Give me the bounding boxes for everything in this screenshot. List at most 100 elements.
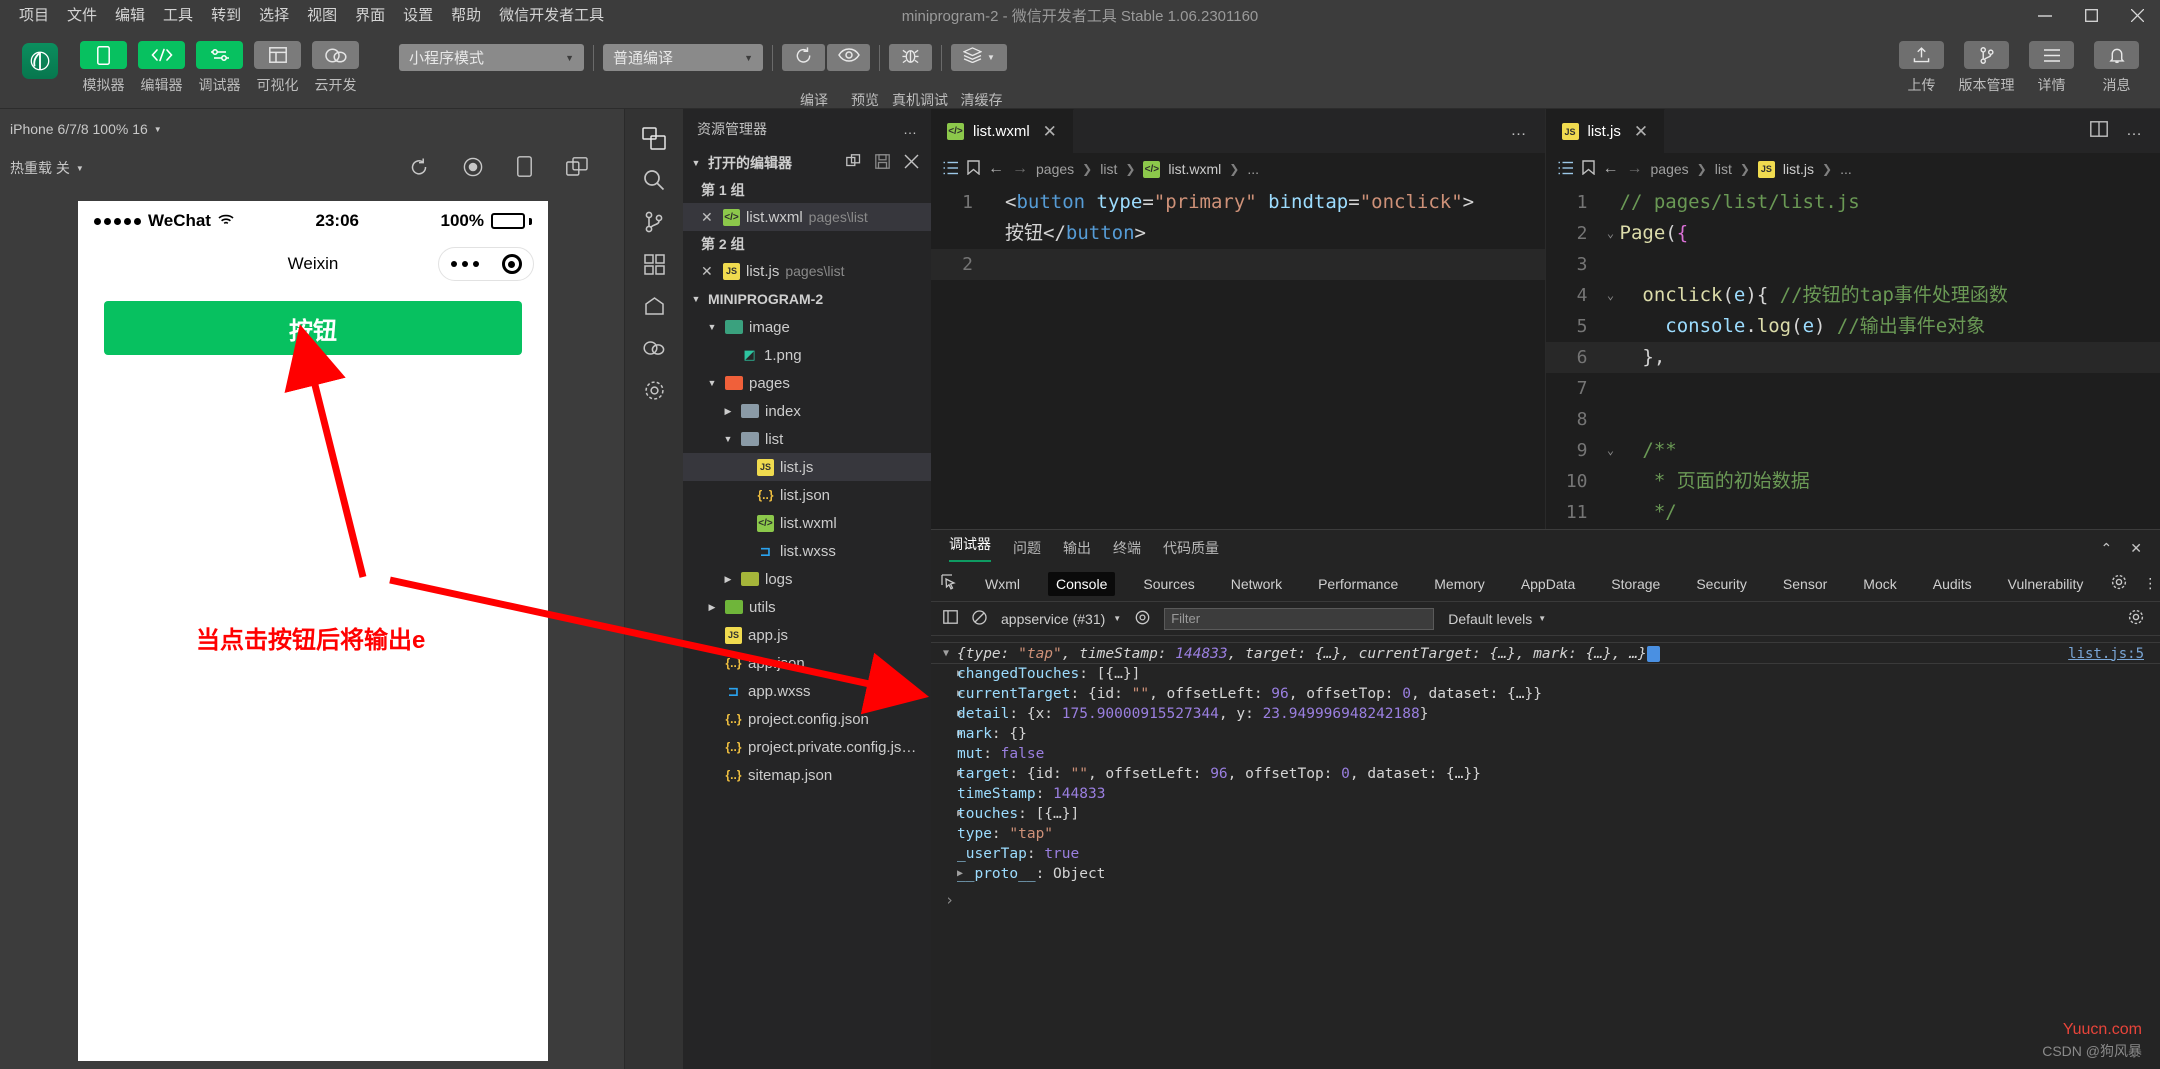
fold-icon[interactable]: ⌄ [1602, 280, 1620, 311]
tree-item-1-png[interactable]: ◩ 1.png [683, 341, 931, 369]
breadcrumb-item-pages[interactable]: pages [1651, 161, 1689, 177]
console-prompt[interactable]: › [931, 890, 2160, 910]
menu-item-settings[interactable]: 设置 [394, 4, 442, 27]
chevron-down-icon[interactable]: ▼ [705, 322, 719, 332]
activity-settings-button[interactable] [644, 369, 665, 411]
compile-mode-select[interactable]: 普通编译 ▼ [603, 44, 763, 71]
console-settings-icon[interactable] [2128, 609, 2160, 628]
devtools-tab-mock[interactable]: Mock [1855, 572, 1904, 596]
devtools-tab-audits[interactable]: Audits [1925, 572, 1980, 596]
devtools-tab-sources[interactable]: Sources [1135, 572, 1202, 596]
close-icon[interactable]: ✕ [701, 263, 717, 280]
breadcrumb-item-more[interactable]: ... [1247, 161, 1259, 177]
refresh-icon[interactable] [409, 157, 429, 180]
fold-icon[interactable]: ⌄ [1602, 218, 1620, 249]
tree-item-index[interactable]: ▶ index [683, 397, 931, 425]
multi-screen-icon[interactable] [566, 157, 588, 179]
mode-select[interactable]: 小程序模式 ▼ [399, 44, 584, 71]
sidebar-icon[interactable] [943, 610, 958, 627]
menu-item-project[interactable]: 项目 [10, 4, 58, 27]
console-levels-select[interactable]: Default levels ▼ [1448, 611, 1546, 627]
menu-item-help[interactable]: 帮助 [442, 4, 490, 27]
tree-item-list-wxml[interactable]: </> list.wxml [683, 509, 931, 537]
activity-search-button[interactable] [643, 159, 665, 201]
split-editor-icon[interactable] [2090, 120, 2108, 142]
expand-triangle-icon[interactable]: ▶ [943, 704, 963, 724]
console-log-header[interactable]: ▼ {type: "tap", timeStamp: 144833, targe… [931, 642, 2160, 664]
device-select[interactable]: iPhone 6/7/8 100% 16 ▼ [10, 121, 162, 137]
expand-triangle-icon[interactable]: ▶ [943, 684, 963, 704]
menu-item-view[interactable]: 视图 [298, 4, 346, 27]
breadcrumb-item-file[interactable]: list.js [1783, 161, 1814, 177]
menu-item-tools[interactable]: 工具 [154, 4, 202, 27]
rotate-icon[interactable] [517, 156, 532, 180]
tab-list-js[interactable]: JS list.js ✕ [1545, 109, 1666, 153]
panel-tab-debugger[interactable]: 调试器 [949, 534, 991, 562]
messages-button[interactable]: 消息 [2089, 41, 2144, 95]
menu-item-goto[interactable]: 转到 [202, 4, 250, 27]
clear-cache-button[interactable]: ▼ [951, 44, 1007, 71]
breadcrumb-item-list[interactable]: list [1715, 161, 1732, 177]
tree-item-logs[interactable]: ▶ logs [683, 565, 931, 593]
devtools-tab-sensor[interactable]: Sensor [1775, 572, 1835, 596]
tree-item-project-config-json[interactable]: {..} project.config.json [683, 705, 931, 733]
breadcrumb-item-pages[interactable]: pages [1036, 161, 1074, 177]
kebab-icon[interactable]: ⋮ [2143, 575, 2157, 592]
code-editor-left[interactable]: 1 <button type="primary" bindtap="onclick… [931, 185, 1545, 529]
cloud-toggle[interactable]: 云开发 [312, 41, 359, 95]
tree-item-pages[interactable]: ▼ pages [683, 369, 931, 397]
outline-icon[interactable] [943, 161, 959, 178]
details-button[interactable]: 详情 [2024, 41, 2079, 95]
compile-button[interactable] [782, 44, 825, 71]
console-log-row[interactable]: ▶ currentTarget: {id: "", offsetLeft: 96,… [931, 684, 2160, 704]
clear-console-icon[interactable] [972, 609, 987, 628]
close-icon[interactable]: ✕ [701, 209, 717, 226]
version-control-button[interactable]: 版本管理 [1959, 41, 2015, 95]
tree-item-app-wxss[interactable]: ⊐ app.wxss [683, 677, 931, 705]
panel-tab-code-quality[interactable]: 代码质量 [1163, 538, 1219, 558]
devtools-tab-storage[interactable]: Storage [1603, 572, 1668, 596]
inspect-element-icon[interactable] [941, 574, 957, 593]
tree-item-sitemap-json[interactable]: {..} sitemap.json [683, 761, 931, 789]
visual-toggle[interactable]: 可视化 [254, 41, 301, 95]
activity-source-control-button[interactable] [644, 201, 664, 243]
panel-tab-problems[interactable]: 问题 [1013, 538, 1041, 558]
tree-item-list-wxss[interactable]: ⊐ list.wxss [683, 537, 931, 565]
devtools-tab-performance[interactable]: Performance [1310, 572, 1406, 596]
close-icon[interactable]: ✕ [1043, 122, 1057, 142]
expand-triangle-icon[interactable]: ▶ [943, 804, 963, 824]
new-file-icon[interactable] [846, 154, 861, 172]
chevron-down-icon[interactable]: ▼ [721, 434, 735, 444]
expand-triangle-icon[interactable]: ▼ [943, 644, 957, 664]
menu-item-edit[interactable]: 编辑 [106, 4, 154, 27]
console-log-row[interactable]: ▶ mark: {} [931, 724, 2160, 744]
devtools-tab-wxml[interactable]: Wxml [977, 572, 1028, 596]
chevron-right-icon[interactable]: ▶ [705, 602, 719, 613]
tree-item-app-js[interactable]: JS app.js [683, 621, 931, 649]
tree-item-list-json[interactable]: {..} list.json [683, 481, 931, 509]
expand-triangle-icon[interactable]: ▶ [943, 724, 963, 744]
explorer-more-icon[interactable]: … [903, 121, 917, 137]
breadcrumb-item-list[interactable]: list [1100, 161, 1117, 177]
tab-list-wxml[interactable]: </> list.wxml ✕ [931, 109, 1074, 153]
devtools-tab-console[interactable]: Console [1048, 571, 1116, 596]
devtools-tab-vulnerability[interactable]: Vulnerability [2000, 572, 2092, 596]
real-device-debug-button[interactable] [889, 44, 932, 71]
console-source-link[interactable]: list.js:5 [2068, 644, 2144, 664]
expand-triangle-icon[interactable]: ▶ [943, 664, 963, 684]
devtools-tab-network[interactable]: Network [1223, 572, 1290, 596]
tree-item-list[interactable]: ▼ list [683, 425, 931, 453]
devtools-tab-appdata[interactable]: AppData [1513, 572, 1583, 596]
tree-item-utils[interactable]: ▶ utils [683, 593, 931, 621]
back-icon[interactable]: ← [1603, 160, 1619, 178]
close-all-icon[interactable] [904, 154, 919, 172]
activity-debug-button[interactable] [644, 285, 665, 327]
console-filter-input[interactable]: Filter [1164, 607, 1435, 630]
expand-triangle-icon[interactable]: ▶ [943, 764, 963, 784]
menu-item-file[interactable]: 文件 [58, 4, 106, 27]
back-icon[interactable]: ← [988, 160, 1004, 178]
upload-button[interactable]: 上传 [1894, 41, 1949, 95]
outline-icon[interactable] [1558, 161, 1574, 178]
editor-more-icon[interactable]: … [1511, 122, 1527, 140]
hot-reload-select[interactable]: 热重载 关 ▼ [10, 158, 84, 178]
